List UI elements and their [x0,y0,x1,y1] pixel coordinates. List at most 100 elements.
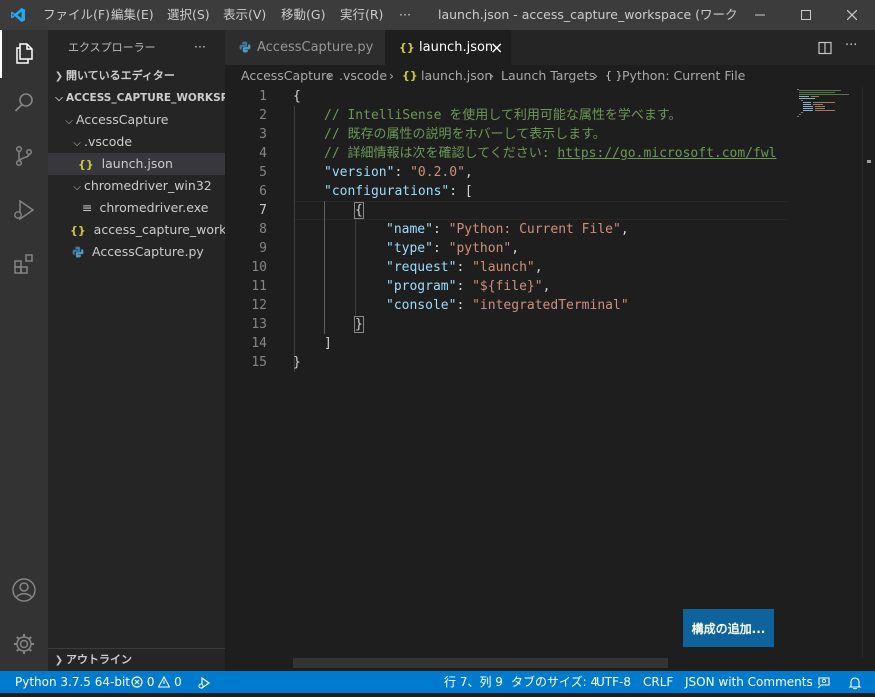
sidebar-title: エクスプローラー [68,41,156,54]
manage-button[interactable] [0,620,48,668]
json-icon: {} [399,41,415,54]
editor-more-button[interactable]: ··· [845,34,865,58]
json-key: "name" [386,222,433,237]
indent-guide [294,106,295,372]
menu-view[interactable]: 表示(V) [223,0,266,30]
search-button[interactable] [0,78,48,126]
python-interpreter[interactable]: Python 3.7.5 64-bit [15,671,130,693]
run-debug-button[interactable] [0,186,48,234]
line-number: 2 [259,108,267,123]
line-number: 5 [259,165,267,180]
maximize-button[interactable] [783,0,829,30]
tree-item-workspace-file[interactable]: {} access_capture_works... [48,219,225,241]
tree-item-chromedriver-exe[interactable]: ≡ chromedriver.exe [48,197,225,219]
json-key: "program" [386,279,457,294]
tab-label: AccessCapture.py [257,40,374,55]
code-line: } [354,315,364,334]
tree-item-label: .vscode [84,134,133,149]
menu-file[interactable]: ファイル(F) [43,0,110,30]
problems-indicator[interactable]: 0 0 [131,671,182,693]
breadcrumb-item[interactable]: launch.json [421,65,492,87]
workspace-section[interactable]: ⌵ ACCESS_CAPTURE_WORKSP... [48,87,225,109]
error-count: 0 [146,675,155,689]
breadcrumb-item[interactable]: Python: Current File [622,65,745,87]
code-line: { [293,89,301,104]
extensions-button[interactable] [0,240,48,288]
source-control-icon [15,145,33,167]
code-comment: // 詳細情報は次を確認してください: [324,146,558,161]
object-braces-icon: { } [605,69,623,82]
source-control-button[interactable] [0,132,48,180]
tab-accesscapture-py[interactable]: AccessCapture.py [225,30,385,65]
feedback-button[interactable] [817,675,831,689]
bracket-match: { [354,202,364,219]
tree-item-label: AccessCapture [76,112,169,127]
minimap[interactable] [787,87,862,658]
menu-edit[interactable]: 編集(E) [111,0,154,30]
python-icon [72,246,84,258]
split-editor-button[interactable] [817,40,833,56]
maximize-icon [801,10,811,20]
horizontal-scrollbar[interactable] [293,658,668,668]
language-mode[interactable]: JSON with Comments [685,671,813,693]
json-icon: {} [402,69,418,82]
gear-icon [14,634,34,654]
minimap-preview [797,89,849,117]
json-key: "configurations" [324,184,450,199]
window-title: launch.json - access_capture_workspace (… [438,7,738,22]
menu-go[interactable]: 移動(G) [281,0,325,30]
line-number: 3 [259,127,267,142]
sidebar-more-button[interactable]: ··· [194,36,214,58]
outline-section[interactable]: ❯ アウトライン [48,649,225,671]
chevron-down-icon: ⌵ [73,138,81,149]
code-editor[interactable]: 1 2 3 4 5 6 7 8 9 10 11 12 13 14 15 { //… [225,87,787,658]
menu-run[interactable]: 実行(R) [340,0,383,30]
json-string: "Python: Current File" [448,222,621,237]
tree-item-launch-json[interactable]: {} launch.json [48,153,225,175]
split-editor-icon [818,41,832,55]
chevron-right-icon: › [327,68,332,83]
close-window-button[interactable] [829,0,875,30]
code-comment: // 既存の属性の説明をホバーして表示します。 [324,127,606,142]
breadcrumb-item[interactable]: AccessCapture [241,65,334,87]
tab-label: launch.json [419,40,494,55]
breadcrumb-item[interactable]: .vscode [339,65,387,87]
add-configuration-button[interactable]: 構成の追加... [683,609,774,647]
explorer-button[interactable] [0,30,48,78]
status-bar: Python 3.7.5 64-bit 0 0 行 7、列 9 タブのサイズ: … [0,671,875,693]
tab-launch-json[interactable]: {} launch.json × [385,30,511,65]
cursor-position[interactable]: 行 7、列 9 [444,671,503,693]
menu-selection[interactable]: 選択(S) [167,0,210,30]
tree-item-accesscapture[interactable]: ⌵ AccessCapture [48,109,225,131]
tree-item-accesscapture-py[interactable]: AccessCapture.py [48,241,225,263]
activity-bar [0,30,48,671]
tab-size[interactable]: タブのサイズ: 4 [511,671,598,693]
line-number: 14 [251,336,267,351]
explorer-sidebar: エクスプローラー ··· ❯ 開いているエディター ⌵ ACCESS_CAPTURE… [48,30,225,671]
live-share-button[interactable] [197,675,211,690]
line-number: 4 [259,146,267,161]
vertical-scrollbar[interactable] [862,87,875,658]
current-line-highlight [293,201,787,220]
breadcrumb: AccessCapture › .vscode › {} launch.json… [225,65,875,87]
tree-item-vscode[interactable]: ⌵ .vscode [48,131,225,153]
scrollbar-cursor-marker [867,160,871,163]
end-of-line[interactable]: CRLF [643,671,673,693]
minimize-button[interactable] [737,0,783,30]
tree-item-label: chromedriver_win32 [84,178,212,193]
accounts-button[interactable] [0,566,48,614]
tree-item-chromedriver-win32[interactable]: ⌵ chromedriver_win32 [48,175,225,197]
menu-more[interactable]: ··· [399,0,411,30]
minimize-icon [755,14,765,16]
code-link[interactable]: https://go.microsoft.com/fwl [557,146,776,161]
vscode-logo-icon [11,8,25,22]
tab-close-icon[interactable]: × [490,30,503,65]
encoding[interactable]: UTF-8 [596,671,631,693]
open-editors-section[interactable]: ❯ 開いているエディター [48,65,225,87]
code-comment: // IntelliSense を使用して利用可能な属性を学べます。 [324,108,682,123]
notifications-button[interactable] [848,675,862,690]
indent-guide [324,201,325,334]
breadcrumb-item[interactable]: Launch Targets [501,65,595,87]
tree-item-label: launch.json [101,156,173,171]
debug-run-icon [198,676,211,690]
